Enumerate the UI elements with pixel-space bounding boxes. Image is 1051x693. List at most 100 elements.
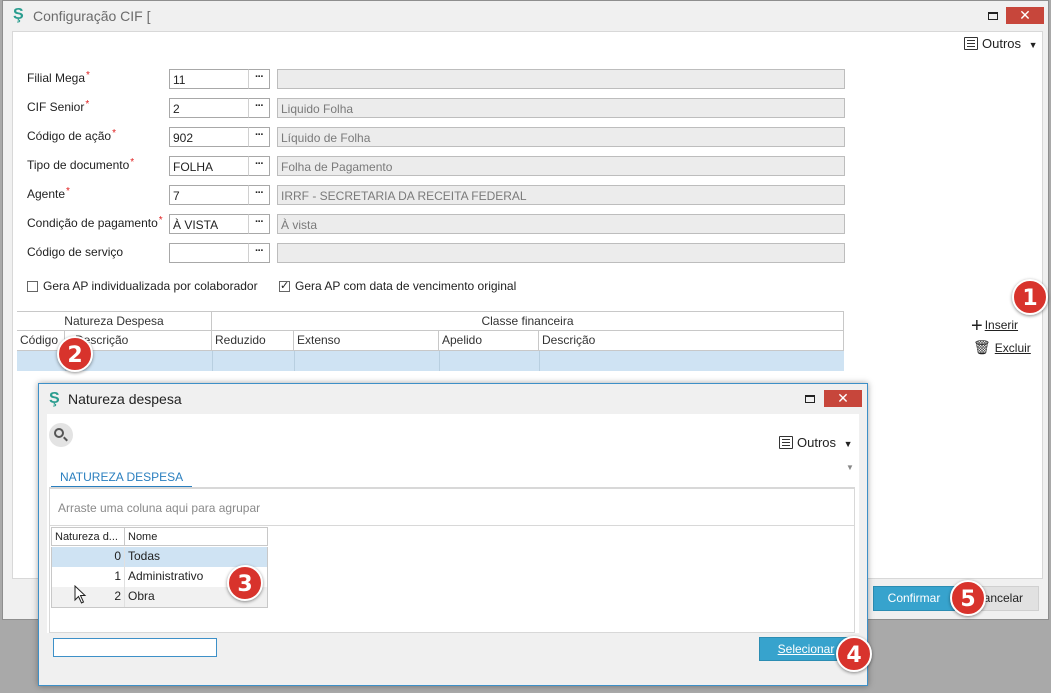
search-button[interactable]: [49, 423, 73, 447]
outros-label: Outros: [982, 36, 1022, 51]
code-input[interactable]: 902: [169, 127, 249, 147]
confirm-button[interactable]: Confirmar: [873, 586, 955, 611]
insert-button[interactable]: + Inserir: [971, 315, 1018, 338]
field-row: Filial Mega* 11 ···: [27, 69, 847, 91]
field-row: Condição de pagamento* À VISTA ··· À vista: [27, 214, 847, 236]
lookup-button[interactable]: ···: [248, 127, 270, 147]
required-mark: *: [86, 70, 90, 81]
code-input[interactable]: 2: [169, 98, 249, 118]
outros-menu[interactable]: Outros ▼: [964, 36, 1038, 51]
field-row: Tipo de documento* FOLHA ··· Folha de Pagam…: [27, 156, 847, 178]
lookup-button[interactable]: ···: [248, 243, 270, 263]
search-icon-handle: [63, 436, 68, 442]
grid-bottom-border: [51, 607, 268, 608]
field-label-text: Agente: [27, 187, 66, 201]
lookup-button[interactable]: ···: [248, 156, 270, 176]
required-mark: *: [130, 157, 135, 168]
mouse-cursor-icon: [74, 585, 87, 604]
grid-col-apelido[interactable]: Apelido: [439, 331, 539, 351]
lookup-button[interactable]: ···: [248, 185, 270, 205]
required-mark: *: [85, 99, 90, 110]
checkbox-box-checked[interactable]: ✓: [279, 281, 290, 292]
dialog-title: Natureza despesa: [68, 391, 182, 407]
plus-icon: +: [971, 315, 983, 337]
grid-col-reduzido[interactable]: Reduzido: [212, 331, 294, 351]
classe-grid: Natureza Despesa Classe financeira Códig…: [17, 311, 844, 371]
col-natureza[interactable]: Natureza d...: [51, 527, 125, 546]
list-icon: [779, 436, 793, 449]
field-label-text: CIF Senior: [27, 100, 85, 114]
field-label-text: Código de ação: [27, 129, 112, 143]
caret-down-icon: ▼: [843, 439, 853, 449]
dialog-close-button[interactable]: ✕: [824, 390, 862, 407]
step-badge-3: 3: [227, 565, 263, 601]
table-row[interactable]: 0 Todas: [51, 547, 268, 567]
grid-col-descricao-classe[interactable]: Descrição: [539, 331, 844, 351]
checkbox-label: Gera AP com data de vencimento original: [295, 279, 517, 293]
cell-code: 1: [52, 567, 125, 587]
description-field: [277, 243, 845, 263]
dialog-outros-menu[interactable]: Outros ▼: [779, 435, 853, 450]
small-caret-icon: ▼: [846, 463, 854, 472]
required-mark: *: [66, 186, 70, 197]
field-label-text: Código de serviço: [27, 245, 124, 259]
field-label: CIF Senior*: [27, 99, 90, 114]
field-label-text: Condição de pagamento: [27, 216, 158, 230]
required-mark: *: [158, 215, 163, 226]
field-label-text: Filial Mega: [27, 71, 86, 85]
dialog-search-input[interactable]: [53, 638, 217, 657]
step-badge-1: 1: [1012, 279, 1048, 315]
maximize-icon[interactable]: [805, 395, 815, 403]
code-input[interactable]: À VISTA: [169, 214, 249, 234]
description-field: Folha de Pagamento: [277, 156, 845, 176]
grid-col-extenso[interactable]: Extenso: [294, 331, 439, 351]
field-row: Código de ação* 902 ··· Líquido de Folha: [27, 127, 847, 149]
insert-label: Inserir: [984, 318, 1019, 332]
app-logo-icon: Ş: [49, 390, 60, 407]
close-button[interactable]: ✕: [1006, 7, 1044, 24]
field-row: Código de serviço ···: [27, 243, 847, 265]
lookup-button[interactable]: ···: [248, 69, 270, 89]
row-divider: [539, 351, 540, 371]
description-field: Liquido Folha: [277, 98, 845, 118]
step-badge-2: 2: [57, 336, 93, 372]
app-logo-icon: Ş: [13, 6, 24, 23]
description-field: IRRF - SECRETARIA DA RECEITA FEDERAL: [277, 185, 845, 205]
grid-group-natureza: Natureza Despesa: [17, 311, 212, 331]
description-field: Líquido de Folha: [277, 127, 845, 147]
row-divider: [294, 351, 295, 371]
description-field: À vista: [277, 214, 845, 234]
field-label: Código de ação*: [27, 128, 116, 143]
cell-code: 2: [52, 587, 125, 607]
checkbox-box[interactable]: [27, 281, 38, 292]
list-icon: [964, 37, 978, 50]
code-input[interactable]: [169, 243, 249, 263]
group-by-bar[interactable]: Arraste uma coluna aqui para agrupar: [49, 488, 855, 526]
delete-button[interactable]: 🗑 Excluir: [973, 339, 1031, 356]
row-divider: [439, 351, 440, 371]
select-label: Selecionar: [777, 642, 835, 656]
maximize-icon[interactable]: [988, 12, 998, 20]
natureza-dialog: Ş Natureza despesa ✕ Outros ▼ ▼ NATUREZA…: [38, 383, 868, 686]
outros-label: Outros: [797, 435, 837, 450]
field-label: Agente*: [27, 186, 70, 201]
field-label: Tipo de documento*: [27, 157, 135, 172]
checkbox-label: Gera AP individualizada por colaborador: [43, 279, 258, 293]
caret-down-icon: ▼: [1028, 40, 1038, 50]
row-divider: [212, 351, 213, 371]
description-field: [277, 69, 845, 89]
grid-row-selected[interactable]: [17, 351, 844, 371]
main-titlebar: Ş Configuração CIF [ ✕: [3, 1, 1048, 31]
code-input[interactable]: FOLHA: [169, 156, 249, 176]
window-title: Configuração CIF [: [33, 8, 151, 24]
tab-natureza-despesa[interactable]: NATUREZA DESPESA: [51, 470, 193, 488]
lookup-button[interactable]: ···: [248, 214, 270, 234]
code-input[interactable]: 11: [169, 69, 249, 89]
cell-code: 0: [52, 547, 125, 567]
dialog-body: Outros ▼ ▼ NATUREZA DESPESA Arraste uma …: [47, 414, 859, 666]
required-mark: *: [112, 128, 116, 139]
lookup-button[interactable]: ···: [248, 98, 270, 118]
step-badge-4: 4: [836, 636, 872, 672]
col-nome[interactable]: Nome: [125, 527, 268, 546]
code-input[interactable]: 7: [169, 185, 249, 205]
